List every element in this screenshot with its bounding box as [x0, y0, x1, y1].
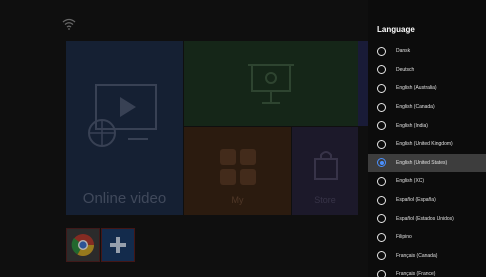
radio-unselected-icon[interactable] [377, 176, 386, 186]
radio-unselected-icon[interactable] [377, 121, 386, 131]
radio-unselected-icon[interactable] [377, 102, 386, 112]
language-option[interactable]: English (Australia) [368, 79, 486, 98]
radio-unselected-icon[interactable] [377, 46, 386, 56]
language-panel-title: Language [377, 25, 415, 34]
language-option[interactable]: Français (Canada) [368, 247, 486, 266]
language-option-label: English (United States) [396, 159, 448, 166]
language-list: Dansk Deutsch English (Australia) English (… [368, 42, 486, 277]
radio-unselected-icon[interactable] [377, 195, 386, 205]
language-option-label: Deutsch [396, 66, 415, 73]
language-option-label: Filipino [396, 234, 412, 241]
language-option-label: Dansk [396, 48, 411, 55]
radio-unselected-icon[interactable] [377, 139, 386, 149]
language-panel: Language Dansk Deutsch English (Australia)… [368, 0, 486, 277]
language-option[interactable]: English (United States) [368, 153, 486, 173]
language-option[interactable]: Español (Estados Unidos) [368, 209, 486, 228]
language-option[interactable]: Deutsch [368, 61, 486, 80]
radio-unselected-icon[interactable] [377, 83, 386, 93]
radio-selected-icon[interactable] [377, 158, 386, 168]
language-option-label: English (XC) [396, 178, 425, 185]
language-option[interactable]: Filipino [368, 228, 486, 247]
language-option[interactable]: English (Canada) [368, 98, 486, 117]
language-option-label: English (United Kingdom) [396, 141, 453, 148]
language-option-label: Français (France) [396, 271, 436, 277]
language-option[interactable]: Español (España) [368, 191, 486, 210]
language-option[interactable]: English (XC) [368, 172, 486, 191]
language-option-label: English (Canada) [396, 104, 435, 111]
language-option-label: Français (Canada) [396, 252, 438, 259]
language-option[interactable]: English (India) [368, 116, 486, 135]
radio-unselected-icon[interactable] [377, 232, 386, 242]
language-option-label: Español (Estados Unidos) [396, 215, 454, 222]
radio-unselected-icon[interactable] [377, 251, 386, 261]
radio-unselected-icon[interactable] [377, 214, 386, 224]
language-option[interactable]: English (United Kingdom) [368, 135, 486, 154]
language-option[interactable]: Dansk [368, 42, 486, 61]
radio-unselected-icon[interactable] [377, 269, 386, 277]
radio-unselected-icon[interactable] [377, 65, 386, 75]
language-option[interactable]: Français (France) [368, 265, 486, 277]
language-option-label: Español (España) [396, 197, 436, 204]
language-option-label: English (India) [396, 122, 428, 129]
language-option-label: English (Australia) [396, 85, 437, 92]
